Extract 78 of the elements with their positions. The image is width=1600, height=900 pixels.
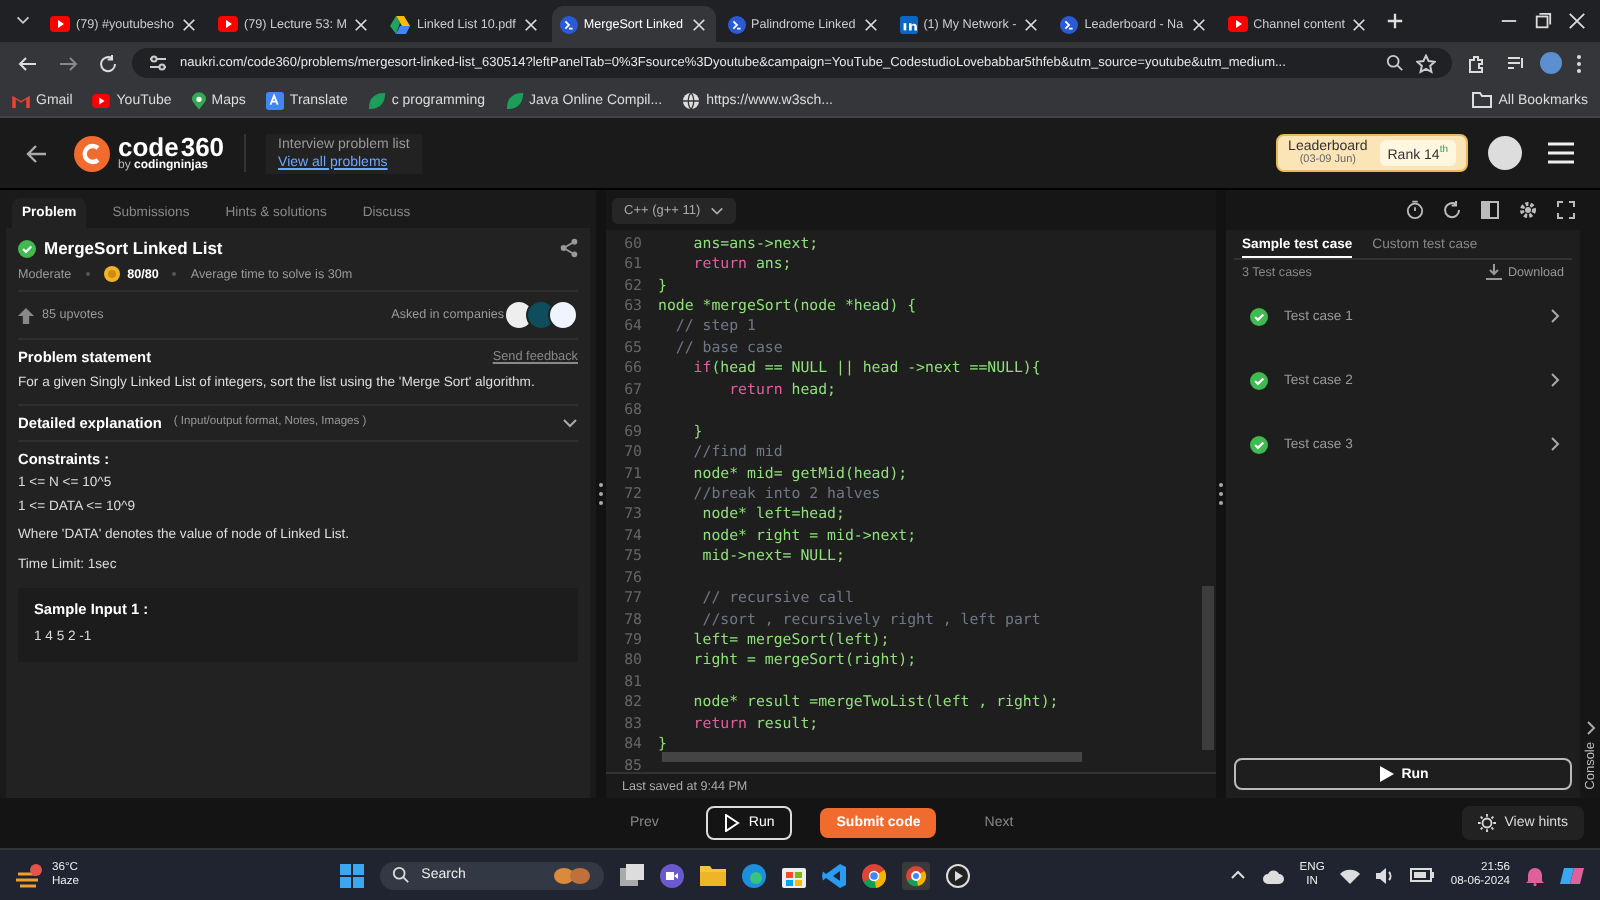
copilot-icon[interactable] xyxy=(1560,863,1585,887)
close-icon[interactable] xyxy=(1350,15,1369,33)
reset-icon[interactable] xyxy=(1442,200,1462,220)
problem-title: MergeSort Linked List xyxy=(44,238,223,258)
star-icon[interactable] xyxy=(1416,53,1436,73)
chevron-up-icon[interactable] xyxy=(1229,870,1246,880)
mail-icon xyxy=(12,93,30,107)
coin-icon xyxy=(103,266,120,282)
scrollbar-thumb[interactable] xyxy=(1202,586,1214,750)
sun-icon xyxy=(1478,814,1497,832)
logo-icon xyxy=(74,135,110,171)
folder-icon[interactable] xyxy=(699,864,726,886)
leaf-icon xyxy=(367,91,386,109)
edge-icon[interactable] xyxy=(741,863,766,887)
youtube-icon xyxy=(218,16,239,32)
chevron-right-icon xyxy=(1550,436,1560,452)
site-info-icon xyxy=(148,54,168,72)
ninja-icon xyxy=(727,15,746,33)
chevron-right-icon xyxy=(1550,372,1560,388)
menu-icon[interactable] xyxy=(1542,138,1580,168)
doodle-icon xyxy=(551,865,592,885)
profile-avatar[interactable] xyxy=(1540,52,1562,74)
play-icon xyxy=(724,814,741,832)
chevron-right-icon[interactable] xyxy=(1585,720,1595,737)
code-editor-icon[interactable] xyxy=(821,863,846,887)
close-icon[interactable] xyxy=(180,15,199,33)
media-player-icon[interactable] xyxy=(945,863,970,887)
drive-icon xyxy=(390,15,411,33)
close-icon[interactable] xyxy=(521,15,540,33)
video-call-icon[interactable] xyxy=(659,863,684,887)
start-icon[interactable] xyxy=(339,863,364,887)
globe-icon xyxy=(682,91,701,109)
store-icon[interactable] xyxy=(781,863,806,887)
settings-icon[interactable] xyxy=(1518,200,1538,220)
zoom-icon[interactable] xyxy=(1386,54,1404,72)
fullscreen-icon[interactable] xyxy=(1556,200,1576,220)
close-icon[interactable] xyxy=(1189,15,1208,33)
cloud-icon[interactable] xyxy=(1261,867,1284,883)
upvote-icon[interactable] xyxy=(18,307,34,323)
close-icon[interactable] xyxy=(689,15,708,33)
search-icon xyxy=(391,866,410,884)
bell-icon[interactable] xyxy=(1526,865,1545,885)
logo-number: 360 xyxy=(180,132,225,162)
close-icon[interactable] xyxy=(1022,15,1041,33)
chevron-right-icon xyxy=(1550,308,1560,324)
chrome-icon[interactable] xyxy=(861,863,886,887)
chevron-down-icon[interactable] xyxy=(562,417,578,428)
youtube-icon xyxy=(92,93,111,107)
chrome-icon[interactable] xyxy=(901,861,930,889)
download-icon xyxy=(1485,264,1502,280)
wifi-icon[interactable] xyxy=(1340,867,1361,883)
task-view-icon[interactable] xyxy=(619,864,644,886)
play-icon xyxy=(1377,766,1394,782)
drag-handle-icon[interactable] xyxy=(1218,482,1224,506)
ninja-icon xyxy=(559,15,578,33)
layout-icon[interactable] xyxy=(1480,200,1500,220)
company-logo xyxy=(548,300,578,330)
ninja-icon xyxy=(1060,15,1079,33)
timer-icon[interactable] xyxy=(1406,200,1424,220)
scrollbar-thumb[interactable] xyxy=(662,752,1082,762)
user-avatar[interactable] xyxy=(1488,136,1522,170)
caret-icon xyxy=(710,205,725,215)
logo-word: code xyxy=(118,132,179,162)
leaf-icon xyxy=(505,91,524,109)
map-pin-icon xyxy=(191,91,206,109)
close-icon[interactable] xyxy=(861,15,880,33)
linkedin-icon xyxy=(899,15,918,33)
company-logo xyxy=(504,300,534,330)
battery-icon[interactable] xyxy=(1410,868,1435,882)
youtube-icon xyxy=(50,16,70,32)
drag-handle-icon[interactable] xyxy=(598,482,604,506)
translate-icon xyxy=(265,91,284,109)
folder-icon xyxy=(1472,92,1493,108)
youtube-icon xyxy=(1227,16,1248,32)
share-icon[interactable] xyxy=(560,238,578,258)
close-icon[interactable] xyxy=(352,15,371,33)
speaker-icon[interactable] xyxy=(1376,867,1395,883)
weather-icon[interactable] xyxy=(16,863,44,887)
